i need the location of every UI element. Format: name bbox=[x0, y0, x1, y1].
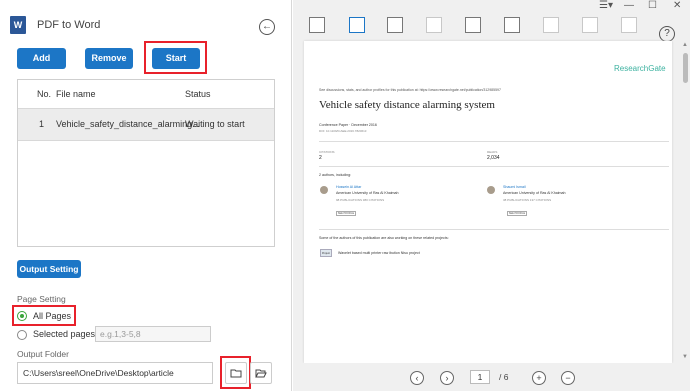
col-status: Status bbox=[185, 89, 211, 99]
highlight-folder bbox=[220, 356, 251, 389]
scrollbar[interactable]: ▲ ▼ bbox=[681, 41, 690, 363]
divider bbox=[319, 229, 669, 230]
output-folder-field[interactable]: C:\Users\sreel\OneDrive\Desktop\article bbox=[17, 362, 213, 384]
next-page-button[interactable]: › bbox=[440, 371, 454, 385]
col-no: No. bbox=[37, 89, 52, 99]
page-range-input[interactable]: e.g.1,3-5,8 bbox=[95, 326, 211, 342]
project-thumbnail: Project bbox=[320, 249, 332, 257]
add-button[interactable]: Add bbox=[17, 48, 66, 69]
title-bar: W PDF to Word ← bbox=[0, 0, 292, 40]
zoom-in-button[interactable]: + bbox=[532, 371, 546, 385]
see-profile-button[interactable]: SEE PROFILE bbox=[507, 211, 527, 216]
page-setting-label: Page Setting bbox=[17, 294, 66, 304]
author2-stats: 38 PUBLICATIONS 137 CITATIONS bbox=[503, 198, 552, 202]
scroll-up-icon[interactable]: ▲ bbox=[682, 42, 688, 48]
projects-heading: Some of the authors of this publication … bbox=[319, 236, 449, 240]
col-file-name: File name bbox=[56, 89, 96, 99]
highlight-start bbox=[144, 41, 207, 74]
table-tool-icon[interactable] bbox=[426, 17, 442, 33]
scroll-down-icon[interactable]: ▼ bbox=[682, 354, 688, 360]
table-row[interactable]: 1 Vehicle_safety_distance_alarming... Wa… bbox=[18, 108, 274, 141]
horizontal-split-icon[interactable] bbox=[465, 17, 481, 33]
page-number-input[interactable]: 1 bbox=[470, 370, 490, 384]
author1-stats: 98 PUBLICATIONS 380 CITATIONS bbox=[336, 198, 385, 202]
divider bbox=[319, 166, 669, 167]
see-profile-button[interactable]: SEE PROFILE bbox=[336, 211, 356, 216]
reads-value: 2,034 bbox=[487, 155, 500, 161]
help-icon[interactable]: ? bbox=[659, 26, 675, 42]
avatar bbox=[320, 186, 328, 194]
reads-label: READS bbox=[487, 150, 498, 154]
author2-affiliation: American University of Ras Al Khaimah bbox=[503, 191, 566, 195]
citations-label: CITATIONS bbox=[319, 150, 335, 154]
select-tool-icon[interactable] bbox=[349, 17, 365, 33]
output-folder-label: Output Folder bbox=[17, 349, 69, 359]
doc-doi: DOI: 10.1109/ICAEE.2016.7820613 bbox=[319, 129, 367, 133]
output-setting-button[interactable]: Output Setting bbox=[17, 260, 81, 278]
doc-intro: See discussions, stats, and author profi… bbox=[319, 88, 501, 92]
word-logo-icon: W bbox=[10, 16, 26, 34]
viewer-bottom-bar bbox=[293, 363, 690, 391]
row-file-name: Vehicle_safety_distance_alarming... bbox=[56, 119, 200, 129]
snapshot-icon[interactable] bbox=[387, 17, 403, 33]
preview-panel: ☰▾ — ☐ ✕ ? ▲ ▼ bbox=[293, 0, 690, 391]
divider bbox=[319, 141, 669, 142]
viewer-toolbar: ? bbox=[293, 9, 690, 42]
row-no: 1 bbox=[39, 119, 45, 129]
author1-name[interactable]: Hossein Al Attar bbox=[336, 185, 361, 189]
prev-page-button[interactable]: ‹ bbox=[410, 371, 424, 385]
selected-pages-radio[interactable] bbox=[17, 330, 27, 340]
scroll-thumb[interactable] bbox=[683, 53, 688, 83]
remove-button[interactable]: Remove bbox=[85, 48, 133, 69]
grid-layout-icon[interactable] bbox=[582, 17, 598, 33]
zoom-search-icon[interactable] bbox=[309, 17, 325, 33]
selected-pages-label: Selected pages bbox=[33, 329, 96, 339]
vertical-split-icon[interactable] bbox=[504, 17, 520, 33]
zoom-out-button[interactable]: − bbox=[561, 371, 575, 385]
citations-value: 2 bbox=[319, 155, 322, 161]
back-arrow-icon[interactable]: ← bbox=[259, 19, 275, 35]
converter-panel: W PDF to Word ← Add Remove Start No. Fil… bbox=[0, 0, 292, 391]
table-header: No. File name Status bbox=[18, 80, 274, 108]
project-text[interactable]: Wavelet based multi printer raw ibution … bbox=[338, 251, 420, 255]
app-title: PDF to Word bbox=[37, 19, 101, 31]
authors-heading: 2 authors, including: bbox=[319, 173, 352, 177]
table-icon[interactable] bbox=[621, 17, 637, 33]
avatar bbox=[487, 186, 495, 194]
doc-title: Vehicle safety distance alarming system bbox=[319, 99, 495, 111]
doc-type: Conference Paper · December 2016 bbox=[319, 123, 377, 127]
author1-affiliation: American University of Ras Al Khaimah bbox=[336, 191, 399, 195]
open-folder-icon[interactable] bbox=[250, 362, 272, 384]
page-total: / 6 bbox=[499, 372, 509, 382]
file-table: No. File name Status 1 Vehicle_safety_di… bbox=[17, 79, 275, 247]
highlight-all-pages bbox=[12, 305, 76, 326]
layout-icon[interactable] bbox=[543, 17, 559, 33]
project-thumb-label: Project bbox=[322, 252, 330, 255]
brand-label: ResearchGate bbox=[614, 64, 666, 73]
author2-name[interactable]: Shaumi Ismail bbox=[503, 185, 526, 189]
row-status: Waiting to start bbox=[185, 119, 245, 129]
